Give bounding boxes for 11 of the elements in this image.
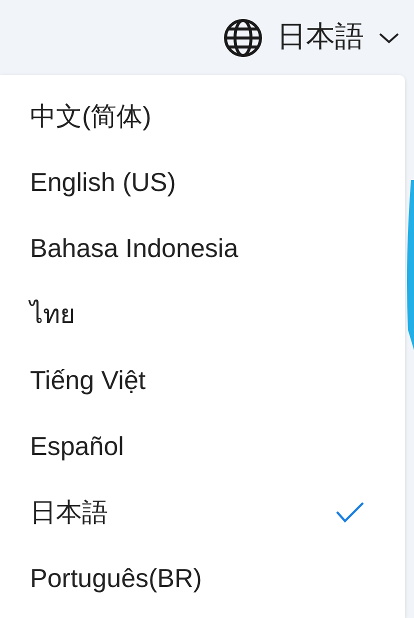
language-option[interactable]: Bahasa Indonesia xyxy=(0,215,405,281)
language-option[interactable]: Tiếng Việt xyxy=(0,347,405,413)
chevron-icon xyxy=(378,30,400,44)
language-option[interactable]: ไทย xyxy=(0,281,405,347)
language-option[interactable]: 中文(简体) xyxy=(0,83,405,149)
language-option[interactable]: Português(BR) xyxy=(0,545,405,611)
globe-icon xyxy=(223,18,263,58)
language-option[interactable]: English (US) xyxy=(0,149,405,215)
language-option[interactable]: 日本語 xyxy=(0,479,405,545)
language-option[interactable]: Español xyxy=(0,413,405,479)
language-selector[interactable]: 日本語 xyxy=(223,16,400,60)
